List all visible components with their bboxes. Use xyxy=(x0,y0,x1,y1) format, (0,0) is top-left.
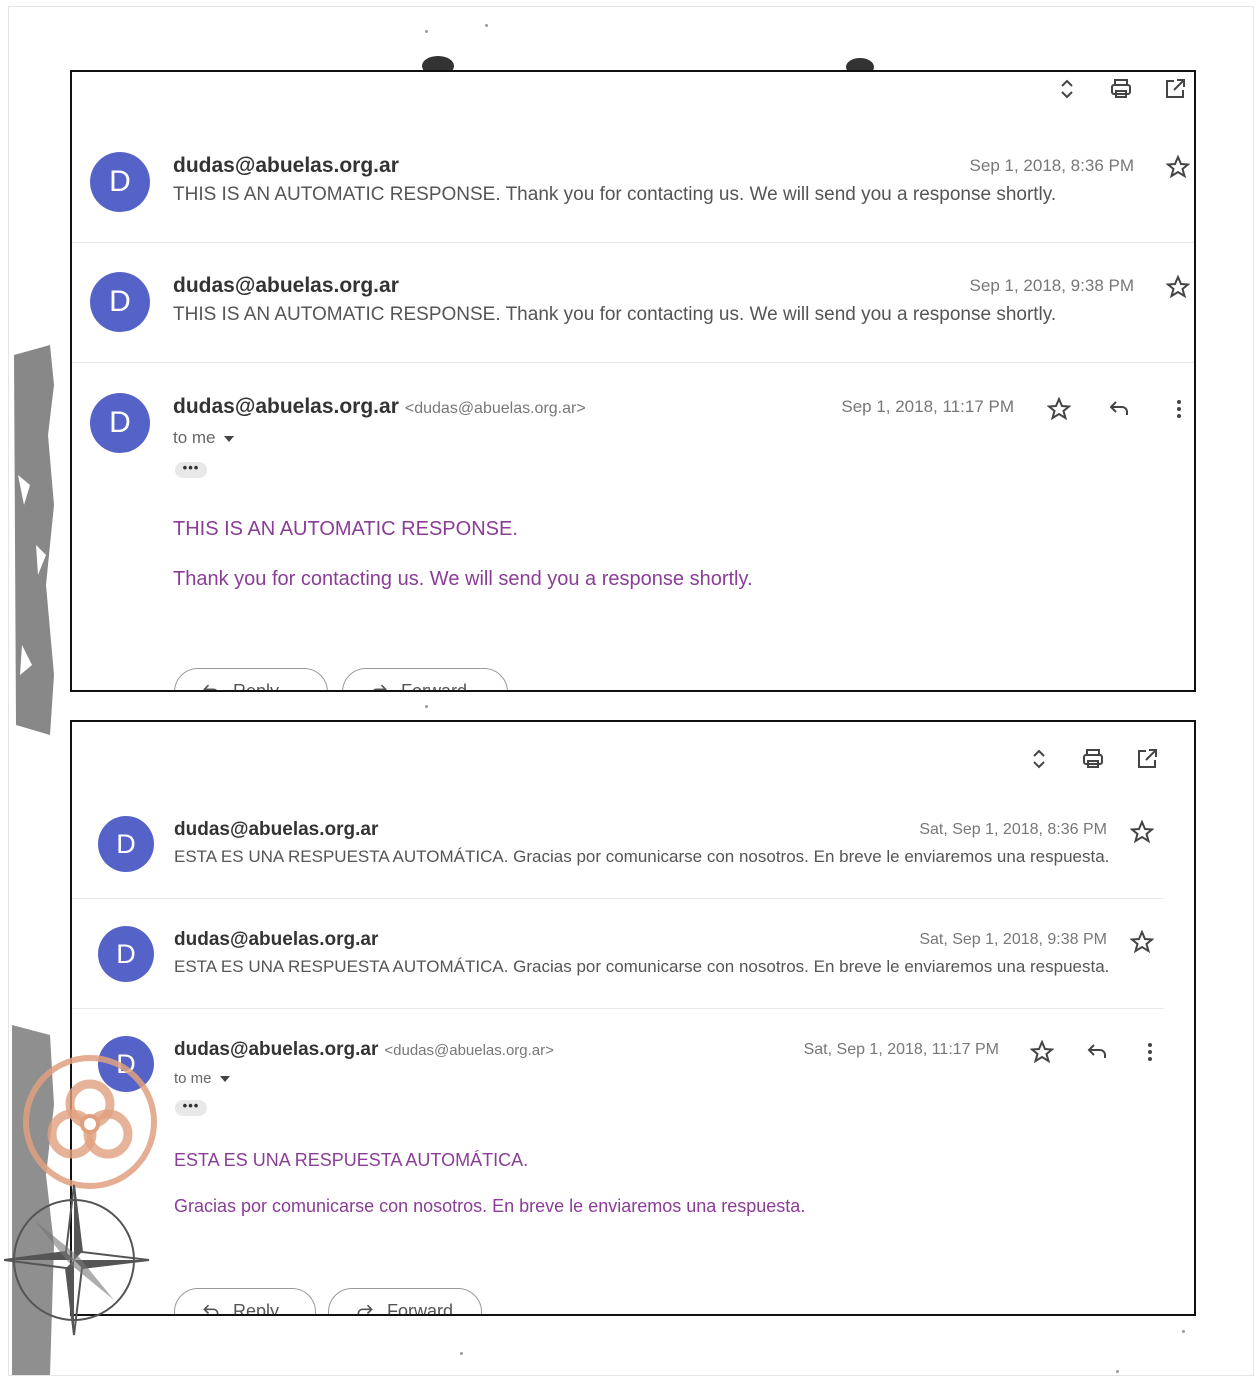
show-trimmed-content-button[interactable]: ••• xyxy=(175,461,207,478)
to-me-label: to me xyxy=(174,1070,212,1087)
avatar: D xyxy=(90,152,150,212)
message-body-line: ESTA ES UNA RESPUESTA AUTOMÁTICA. xyxy=(174,1150,529,1170)
message-body-line: Gracias por comunicarse con nosotros. En… xyxy=(174,1196,806,1216)
reply-button[interactable]: Reply xyxy=(174,668,328,692)
star-icon[interactable] xyxy=(1129,929,1155,954)
message-date: Sat, Sep 1, 2018, 11:17 PM xyxy=(803,1041,999,1058)
forward-button[interactable]: Forward xyxy=(342,668,508,692)
expand-collapse-icon[interactable] xyxy=(1054,76,1080,102)
open-in-new-window-icon[interactable] xyxy=(1162,76,1188,102)
gmail-thread-screenshot-spanish: D dudas@abuelas.org.ar Sat, Sep 1, 2018,… xyxy=(70,720,1196,1316)
forward-label: Forward xyxy=(387,1301,454,1316)
more-options-icon[interactable] xyxy=(1138,1040,1162,1064)
expand-collapse-icon[interactable] xyxy=(1026,746,1052,772)
message-date: Sat, Sep 1, 2018, 8:36 PM xyxy=(919,821,1107,838)
open-in-new-window-icon[interactable] xyxy=(1134,746,1160,772)
forward-button[interactable]: Forward xyxy=(328,1288,482,1316)
message-date: Sep 1, 2018, 9:38 PM xyxy=(969,276,1134,295)
sender-name: dudas@abuelas.org.ar <dudas@abuelas.org.a… xyxy=(174,1039,554,1061)
star-icon[interactable] xyxy=(1046,396,1072,421)
reply-icon[interactable] xyxy=(1085,1040,1109,1064)
sender-name: dudas@abuelas.org.ar xyxy=(174,929,379,950)
avatar: D xyxy=(90,272,150,332)
more-options-icon[interactable] xyxy=(1167,397,1191,421)
scan-speck xyxy=(1182,1330,1185,1333)
reply-button[interactable]: Reply xyxy=(174,1288,316,1316)
reply-icon xyxy=(203,684,217,690)
avatar: D xyxy=(98,816,154,872)
star-icon[interactable] xyxy=(1165,274,1191,299)
compass-rose-stamp-icon xyxy=(4,1184,150,1336)
reply-icon xyxy=(203,1304,219,1314)
sender-name: dudas@abuelas.org.ar xyxy=(173,154,399,177)
forward-label: Forward xyxy=(401,681,468,692)
recipients-toggle[interactable]: to me xyxy=(174,1070,230,1087)
avatar: D xyxy=(90,393,150,453)
scan-speck xyxy=(425,705,428,708)
reply-label: Reply xyxy=(233,1301,280,1316)
gmail-thread-screenshot-english: D dudas@abuelas.org.ar Sep 1, 2018, 8:36… xyxy=(70,70,1196,692)
reply-label: Reply xyxy=(233,681,280,692)
message-body-line: Thank you for contacting us. We will sen… xyxy=(173,568,753,590)
thread-toolbar xyxy=(1054,76,1188,102)
biohazard-stamp-icon xyxy=(23,1055,157,1189)
expanded-message: D dudas@abuelas.org.ar <dudas@abuelas.org… xyxy=(72,382,1194,690)
star-icon[interactable] xyxy=(1165,154,1191,179)
message-snippet: ESTA ES UNA RESPUESTA AUTOMÁTICA. Gracia… xyxy=(174,957,1110,976)
avatar: D xyxy=(98,926,154,982)
collapsed-message[interactable]: D dudas@abuelas.org.ar Sat, Sep 1, 2018,… xyxy=(72,808,1164,899)
forward-icon xyxy=(373,684,387,690)
scan-speck xyxy=(460,1352,463,1355)
sender-email: <dudas@abuelas.org.ar> xyxy=(384,1042,554,1059)
message-snippet: THIS IS AN AUTOMATIC RESPONSE. Thank you… xyxy=(173,304,1057,325)
message-snippet: ESTA ES UNA RESPUESTA AUTOMÁTICA. Gracia… xyxy=(174,847,1110,866)
sender-display-name: dudas@abuelas.org.ar xyxy=(173,395,399,418)
sender-name: dudas@abuelas.org.ar xyxy=(173,274,399,297)
chevron-down-icon xyxy=(223,435,234,442)
message-date: Sep 1, 2018, 8:36 PM xyxy=(969,156,1134,175)
scan-speck xyxy=(485,24,488,27)
collapsed-message[interactable]: D dudas@abuelas.org.ar Sep 1, 2018, 8:36… xyxy=(72,142,1194,243)
star-icon[interactable] xyxy=(1029,1039,1055,1064)
sender-name: dudas@abuelas.org.ar <dudas@abuelas.org.a… xyxy=(173,395,586,419)
forward-icon xyxy=(357,1304,373,1314)
print-icon[interactable] xyxy=(1080,746,1106,772)
sender-email: <dudas@abuelas.org.ar> xyxy=(404,400,586,417)
sender-name: dudas@abuelas.org.ar xyxy=(174,819,379,840)
print-icon[interactable] xyxy=(1108,76,1134,102)
sender-display-name: dudas@abuelas.org.ar xyxy=(174,1039,379,1060)
expanded-message: D dudas@abuelas.org.ar <dudas@abuelas.org… xyxy=(72,1028,1194,1308)
collapsed-message[interactable]: D dudas@abuelas.org.ar Sep 1, 2018, 9:38… xyxy=(72,262,1194,363)
recipients-toggle[interactable]: to me xyxy=(173,428,234,448)
message-body-line: THIS IS AN AUTOMATIC RESPONSE. xyxy=(173,518,518,540)
show-trimmed-content-button[interactable]: ••• xyxy=(175,1099,207,1116)
reply-icon[interactable] xyxy=(1107,397,1131,421)
collapsed-message[interactable]: D dudas@abuelas.org.ar Sat, Sep 1, 2018,… xyxy=(72,918,1164,1009)
star-icon[interactable] xyxy=(1129,819,1155,844)
thread-toolbar xyxy=(1026,746,1160,772)
message-date: Sat, Sep 1, 2018, 9:38 PM xyxy=(919,931,1107,948)
scan-speck xyxy=(425,30,428,33)
message-date: Sep 1, 2018, 11:17 PM xyxy=(841,397,1014,416)
message-snippet: THIS IS AN AUTOMATIC RESPONSE. Thank you… xyxy=(173,184,1057,205)
scan-speck xyxy=(1116,1370,1119,1373)
chevron-down-icon xyxy=(219,1076,230,1083)
to-me-label: to me xyxy=(173,428,216,447)
